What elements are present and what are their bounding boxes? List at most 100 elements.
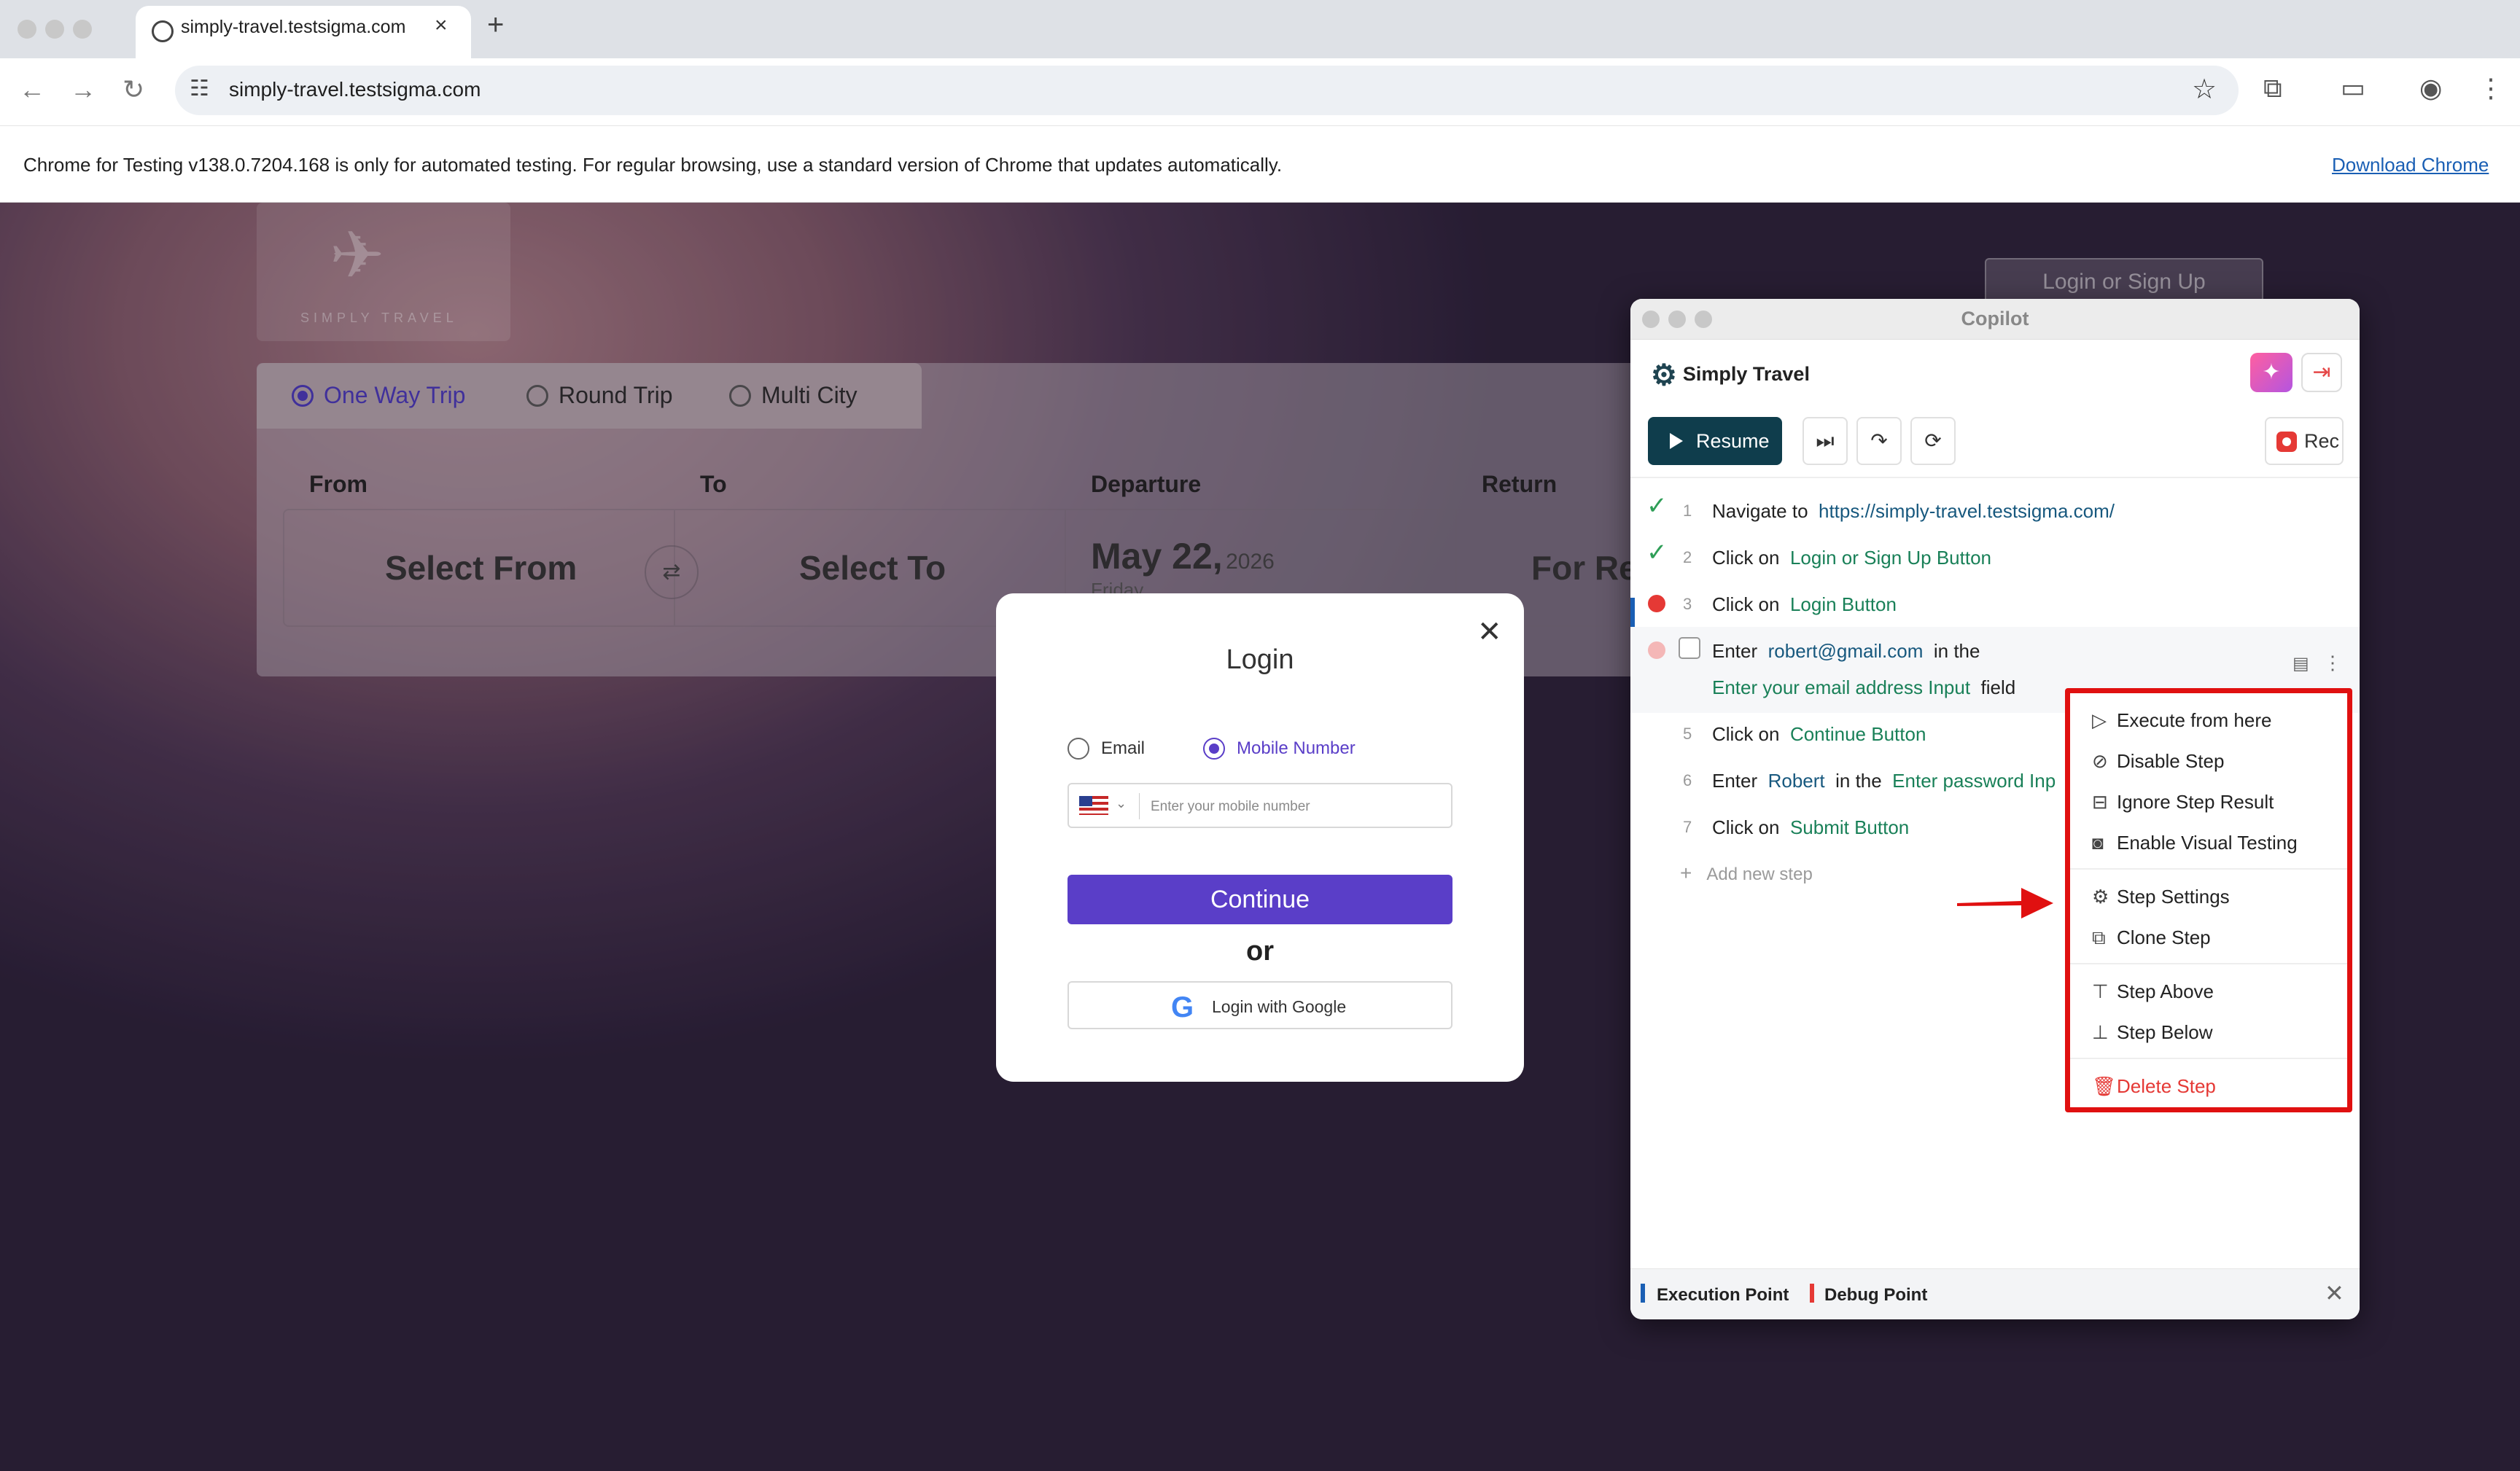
menu-ignore-step-result[interactable]: ⊟ Ignore Step Result bbox=[2092, 791, 2274, 813]
continue-button[interactable]: Continue bbox=[1068, 875, 1452, 924]
step-target: Enter your email address Input bbox=[1712, 676, 1971, 698]
tab-close-icon[interactable]: × bbox=[435, 13, 448, 38]
ai-assistant-icon[interactable]: ✦ bbox=[2250, 353, 2292, 392]
step-action: Enter bbox=[1712, 640, 1758, 662]
failed-dot-icon bbox=[1648, 595, 1665, 612]
trash-icon: 🗑 bbox=[2092, 1075, 2117, 1097]
bookmark-star-icon[interactable]: ☆ bbox=[2192, 73, 2217, 106]
download-chrome-link[interactable]: Download Chrome bbox=[2332, 154, 2489, 176]
us-flag-icon[interactable] bbox=[1079, 796, 1108, 815]
forward-icon[interactable]: → bbox=[70, 74, 96, 105]
window-close-dot[interactable] bbox=[18, 20, 36, 39]
menu-label: Execute from here bbox=[2117, 709, 2272, 731]
step-kebab-icon[interactable]: ⋮ bbox=[2323, 652, 2342, 674]
debug-point-swatch bbox=[1810, 1284, 1814, 1303]
play-outline-icon: ▷ bbox=[2092, 709, 2107, 731]
step-action: Navigate to bbox=[1712, 500, 1808, 522]
step-action: Click on bbox=[1712, 816, 1780, 838]
menu-label: Delete Step bbox=[2117, 1075, 2216, 1097]
add-new-step[interactable]: + Add new step bbox=[1680, 862, 1813, 885]
option-email[interactable]: Email bbox=[1068, 738, 1145, 760]
step-action: Enter bbox=[1712, 770, 1758, 792]
debug-point-legend: Debug Point bbox=[1824, 1285, 1928, 1305]
step-action: Click on bbox=[1712, 547, 1780, 569]
menu-label: Clone Step bbox=[2117, 926, 2211, 948]
menu-label: Disable Step bbox=[2117, 750, 2225, 772]
insert-above-icon: ⊤ bbox=[2092, 980, 2109, 1002]
step-target: Submit Button bbox=[1789, 816, 1910, 838]
step-4-line2[interactable]: Enter your email address Input field bbox=[1712, 676, 2015, 699]
project-label: Simply Travel bbox=[1682, 363, 1810, 385]
clone-icon: ⧉ bbox=[2092, 926, 2106, 948]
menu-step-above[interactable]: ⊤ Step Above bbox=[2092, 980, 2214, 1003]
step-5[interactable]: Click on Continue Button bbox=[1712, 723, 1926, 746]
chevron-down-icon[interactable]: ⌄ bbox=[1116, 796, 1127, 811]
step-value: Robert bbox=[1768, 770, 1825, 792]
step-mid: in the bbox=[1933, 640, 1980, 662]
browser-tab-strip: simply-travel.testsigma.com × + bbox=[0, 0, 2520, 58]
menu-execute-from-here[interactable]: ▷ Execute from here bbox=[2092, 709, 2271, 732]
debug-dot-icon[interactable] bbox=[1648, 641, 1665, 659]
step-checkbox[interactable] bbox=[1679, 637, 1700, 659]
record-button[interactable]: Rec bbox=[2265, 417, 2344, 465]
step-over-icon[interactable]: ↷ bbox=[1856, 417, 1902, 465]
menu-delete-step[interactable]: 🗑Delete Step bbox=[2092, 1075, 2216, 1098]
step-3[interactable]: Click on Login Button bbox=[1712, 593, 1897, 616]
step-1[interactable]: Navigate to https://simply-travel.testsi… bbox=[1712, 500, 2115, 523]
site-info-icon[interactable]: ☷ bbox=[190, 76, 209, 101]
option-mobile[interactable]: Mobile Number bbox=[1203, 738, 1356, 760]
step-suffix: field bbox=[1980, 676, 2016, 698]
menu-separator bbox=[2070, 1058, 2347, 1059]
execution-point-swatch bbox=[1641, 1284, 1645, 1303]
copilot-title: Copilot bbox=[1961, 308, 2029, 329]
browser-toolbar: ← → ↻ ☷ simply-travel.testsigma.com ☆ ⧉ … bbox=[0, 58, 2520, 125]
restart-icon[interactable]: ⟳ bbox=[1910, 417, 1956, 465]
menu-disable-step[interactable]: ⊘ Disable Step bbox=[2092, 750, 2224, 773]
step-2[interactable]: Click on Login or Sign Up Button bbox=[1712, 547, 1991, 569]
radio[interactable] bbox=[1068, 738, 1089, 760]
window-zoom-dot[interactable] bbox=[73, 20, 92, 39]
step-number: 1 bbox=[1683, 502, 1692, 520]
browser-tab[interactable]: simply-travel.testsigma.com × bbox=[136, 6, 471, 58]
menu-label: Step Settings bbox=[2117, 886, 2230, 908]
menu-step-settings[interactable]: ⚙ Step Settings bbox=[2092, 886, 2230, 908]
step-7[interactable]: Click on Submit Button bbox=[1712, 816, 1909, 839]
address-bar[interactable]: ☷ simply-travel.testsigma.com ☆ bbox=[175, 66, 2239, 115]
extensions-icon[interactable]: ⧉ bbox=[2263, 73, 2282, 104]
mobile-number-input[interactable]: ⌄ Enter your mobile number bbox=[1068, 783, 1452, 828]
annotation-arrow-icon bbox=[1957, 888, 2053, 918]
step-action: Click on bbox=[1712, 593, 1780, 615]
step-next-icon[interactable]: ⏭ bbox=[1802, 417, 1848, 465]
menu-step-below[interactable]: ⊥ Step Below bbox=[2092, 1021, 2213, 1044]
reload-icon[interactable]: ↻ bbox=[122, 74, 144, 105]
copilot-footer: Execution Point Debug Point ✕ bbox=[1630, 1268, 2360, 1319]
menu-kebab-icon[interactable]: ⋮ bbox=[2478, 73, 2504, 104]
menu-separator bbox=[2070, 963, 2347, 964]
gear-icon: ⚙ bbox=[1651, 359, 1677, 391]
exit-icon[interactable]: ⇥ bbox=[2301, 353, 2342, 392]
google-login-button[interactable]: G Login with Google bbox=[1068, 981, 1452, 1029]
tab-search-icon[interactable]: ▭ bbox=[2341, 73, 2365, 104]
step-number: 6 bbox=[1683, 771, 1692, 789]
radio-selected[interactable] bbox=[1203, 738, 1225, 760]
url-text[interactable]: simply-travel.testsigma.com bbox=[229, 78, 481, 101]
login-title: Login bbox=[1226, 644, 1294, 675]
step-save-icon[interactable]: ▤ bbox=[2292, 653, 2309, 674]
execution-point-legend: Execution Point bbox=[1657, 1285, 1789, 1305]
step-target: Enter password Inp bbox=[1892, 770, 2056, 792]
infobar-message: Chrome for Testing v138.0.7204.168 is on… bbox=[23, 154, 1283, 176]
profile-icon[interactable]: ◉ bbox=[2419, 73, 2442, 104]
window-minimize-dot[interactable] bbox=[45, 20, 64, 39]
step-target: Login Button bbox=[1789, 593, 1897, 615]
or-divider: or bbox=[1246, 936, 1274, 967]
input-separator bbox=[1139, 793, 1140, 819]
new-tab-button[interactable]: + bbox=[487, 9, 504, 42]
step-6[interactable]: Enter Robert in the Enter password Inp bbox=[1712, 770, 2056, 792]
close-legend-icon[interactable]: ✕ bbox=[2325, 1279, 2344, 1307]
menu-enable-visual-testing[interactable]: ◙ Enable Visual Testing bbox=[2092, 832, 2298, 854]
back-icon[interactable]: ← bbox=[19, 74, 45, 105]
disable-icon: ⊘ bbox=[2092, 750, 2108, 772]
resume-button[interactable]: Resume bbox=[1648, 417, 1782, 465]
menu-clone-step[interactable]: ⧉ Clone Step bbox=[2092, 926, 2211, 950]
step-4[interactable]: Enter robert@gmail.com in the bbox=[1712, 640, 1980, 663]
